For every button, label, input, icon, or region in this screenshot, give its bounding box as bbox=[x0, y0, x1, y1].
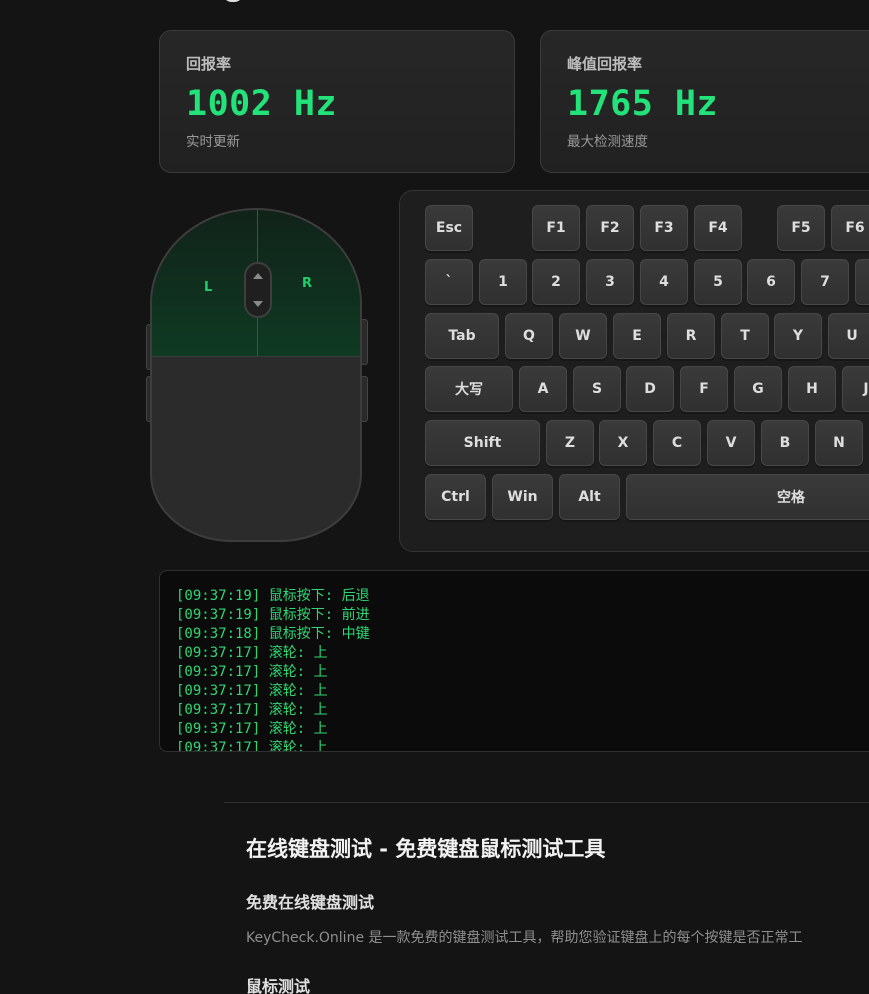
key-w[interactable]: W bbox=[559, 313, 607, 359]
page: 回报率 1002 Hz 实时更新 峰值回报率 1765 Hz 最大检测速度 L … bbox=[0, 0, 869, 994]
key-f3[interactable]: F3 bbox=[640, 205, 688, 251]
key-s[interactable]: S bbox=[573, 366, 621, 412]
key-4[interactable]: 4 bbox=[640, 259, 688, 305]
key-8[interactable] bbox=[855, 259, 869, 305]
key-7[interactable]: 7 bbox=[801, 259, 849, 305]
key-1[interactable]: 1 bbox=[479, 259, 527, 305]
keyboard-visualizer: Esc F1 F2 F3 F4 F5 F6 ` 1 2 3 4 5 6 7 Ta… bbox=[399, 190, 869, 552]
mouse-right-button-label[interactable]: R bbox=[302, 276, 312, 291]
section-heading-mouse: 鼠标测试 bbox=[246, 977, 311, 994]
key-r[interactable]: R bbox=[667, 313, 715, 359]
mouse-scroll-wheel[interactable] bbox=[244, 262, 272, 318]
event-log[interactable]: [09:37:19] 鼠标按下: 后退 [09:37:19] 鼠标按下: 前进 … bbox=[159, 570, 869, 752]
key-ctrl[interactable]: Ctrl bbox=[425, 474, 486, 520]
key-tab[interactable]: Tab bbox=[425, 313, 499, 359]
key-f4[interactable]: F4 bbox=[694, 205, 742, 251]
section-text-keyboard: KeyCheck.Online 是一款免费的键盘测试工具，帮助您验证键盘上的每个… bbox=[246, 930, 803, 946]
key-b[interactable]: B bbox=[761, 420, 809, 466]
key-shift[interactable]: Shift bbox=[425, 420, 540, 466]
log-line: [09:37:17] 滚轮: 上 bbox=[176, 645, 328, 661]
key-5[interactable]: 5 bbox=[694, 259, 742, 305]
peak-rate-card: 峰值回报率 1765 Hz 最大检测速度 bbox=[540, 30, 869, 173]
scroll-down-arrow-icon bbox=[253, 301, 263, 307]
key-space[interactable]: 空格 bbox=[626, 474, 869, 520]
key-alt[interactable]: Alt bbox=[559, 474, 620, 520]
polling-rate-value: 1002 Hz bbox=[186, 84, 338, 124]
key-z[interactable]: Z bbox=[546, 420, 594, 466]
key-v[interactable]: V bbox=[707, 420, 755, 466]
section-heading-keyboard: 免费在线键盘测试 bbox=[246, 893, 375, 912]
section-divider bbox=[224, 802, 869, 803]
key-u[interactable]: U bbox=[828, 313, 869, 359]
mouse-palm-divider bbox=[152, 356, 360, 357]
mouse-left-button-label[interactable]: L bbox=[204, 280, 212, 295]
key-3[interactable]: 3 bbox=[586, 259, 634, 305]
polling-rate-card: 回报率 1002 Hz 实时更新 bbox=[159, 30, 515, 173]
key-win[interactable]: Win bbox=[492, 474, 553, 520]
key-capslock[interactable]: 大写 bbox=[425, 366, 513, 412]
key-t[interactable]: T bbox=[721, 313, 769, 359]
article-title: 在线键盘测试 - 免费键盘鼠标测试工具 bbox=[246, 837, 606, 861]
key-n[interactable]: N bbox=[815, 420, 863, 466]
key-x[interactable]: X bbox=[599, 420, 647, 466]
key-f5[interactable]: F5 bbox=[777, 205, 825, 251]
key-f1[interactable]: F1 bbox=[532, 205, 580, 251]
log-line: [09:37:17] 滚轮: 上 bbox=[176, 683, 328, 699]
peak-rate-sub: 最大检测速度 bbox=[567, 134, 648, 150]
key-f6[interactable]: F6 bbox=[831, 205, 869, 251]
key-e[interactable]: E bbox=[613, 313, 661, 359]
key-g[interactable]: G bbox=[734, 366, 782, 412]
log-line: [09:37:17] 滚轮: 上 bbox=[176, 664, 328, 680]
key-h[interactable]: H bbox=[788, 366, 836, 412]
log-line: [09:37:19] 鼠标按下: 前进 bbox=[176, 607, 370, 623]
peak-rate-label: 峰值回报率 bbox=[567, 55, 643, 73]
log-line: [09:37:17] 滚轮: 上 bbox=[176, 721, 328, 737]
log-line: [09:37:17] 滚轮: 上 bbox=[176, 702, 328, 718]
key-d[interactable]: D bbox=[626, 366, 674, 412]
peak-rate-value: 1765 Hz bbox=[567, 84, 719, 124]
log-line: [09:37:18] 鼠标按下: 中键 bbox=[176, 626, 370, 642]
polling-rate-sub: 实时更新 bbox=[186, 134, 240, 150]
key-esc[interactable]: Esc bbox=[425, 205, 473, 251]
key-c[interactable]: C bbox=[653, 420, 701, 466]
log-line: [09:37:17] 滚轮: 上 bbox=[176, 740, 328, 752]
key-f[interactable]: F bbox=[680, 366, 728, 412]
key-f2[interactable]: F2 bbox=[586, 205, 634, 251]
key-a[interactable]: A bbox=[519, 366, 567, 412]
scroll-up-arrow-icon bbox=[253, 273, 263, 279]
mouse-visualizer: L R bbox=[146, 206, 370, 544]
log-line: [09:37:19] 鼠标按下: 后退 bbox=[176, 588, 370, 604]
key-6[interactable]: 6 bbox=[747, 259, 795, 305]
polling-rate-label: 回报率 bbox=[186, 55, 232, 73]
key-2[interactable]: 2 bbox=[532, 259, 580, 305]
mouse-body: L R bbox=[150, 208, 362, 542]
logo-fragment-icon bbox=[222, 0, 244, 2]
key-j[interactable]: J bbox=[842, 366, 869, 412]
key-y[interactable]: Y bbox=[774, 313, 822, 359]
key-backtick[interactable]: ` bbox=[425, 259, 473, 305]
key-q[interactable]: Q bbox=[505, 313, 553, 359]
